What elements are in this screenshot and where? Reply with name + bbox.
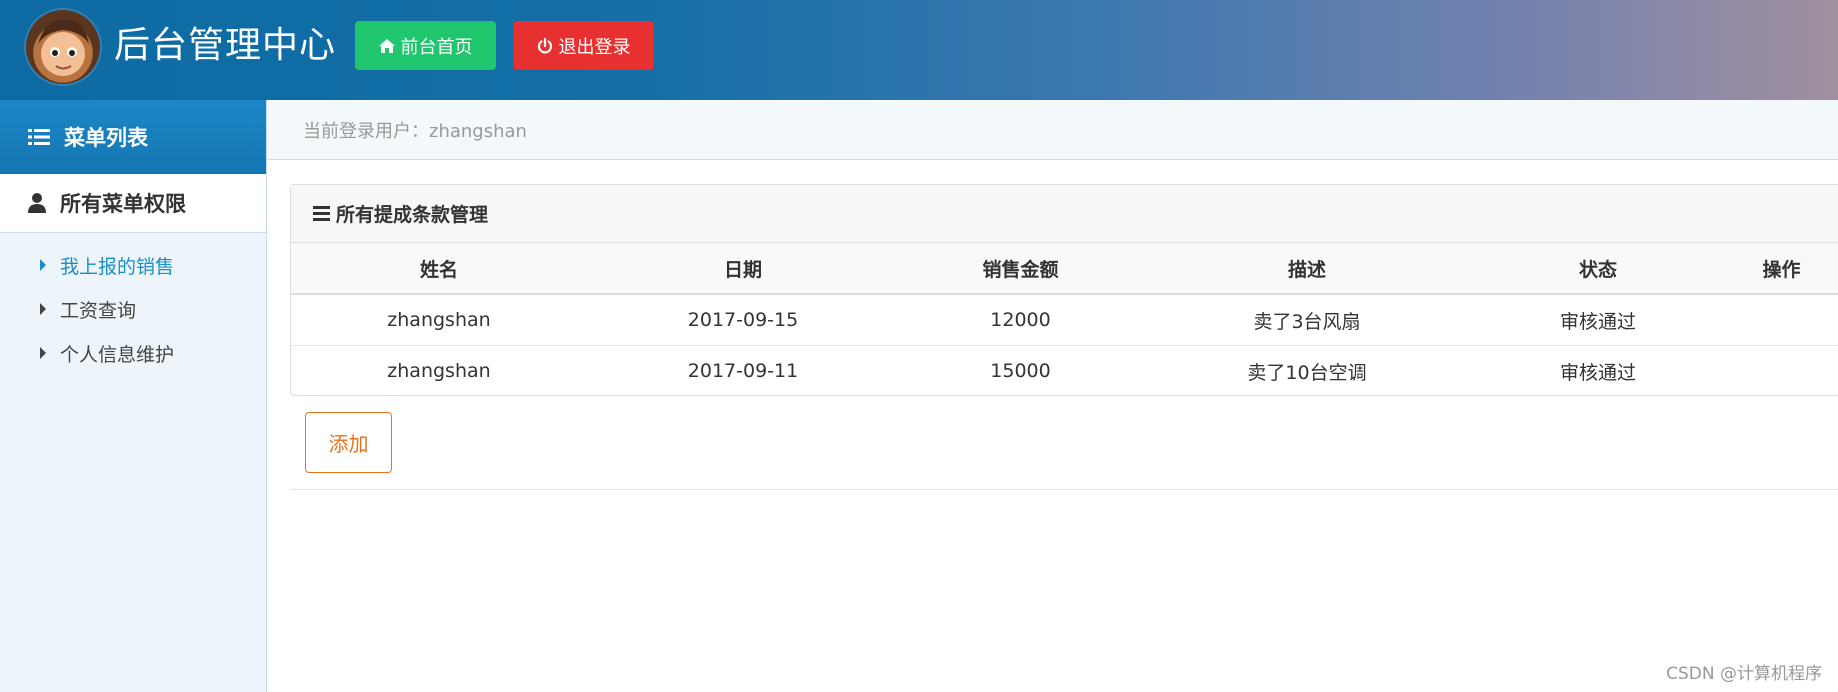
sidebar-item-my-sales[interactable]: 我上报的销售 <box>0 243 266 287</box>
menu-list-title: 菜单列表 <box>64 126 148 150</box>
cell-status: 审核通过 <box>1472 294 1724 346</box>
logout-button[interactable]: 退出登录 <box>513 21 654 70</box>
cell-name: zhangshan <box>387 360 491 382</box>
cell-actions <box>1724 294 1838 346</box>
caret-right-icon <box>40 259 46 271</box>
commission-panel: 所有提成条款管理 姓名 日期 销售金额 描述 状态 操作 zhangshan 2… <box>290 184 1838 396</box>
bars-icon <box>313 206 330 221</box>
column-header-description: 描述 <box>1142 243 1472 295</box>
sidebar: 菜单列表 所有菜单权限 我上报的销售 工资查询 个人信息维护 <box>0 100 267 692</box>
caret-right-icon <box>40 347 46 359</box>
column-header-status: 状态 <box>1472 243 1724 295</box>
cell-date: 2017-09-11 <box>687 360 799 382</box>
column-header-date: 日期 <box>587 243 899 295</box>
cell-description: 卖了3台风扇 <box>1142 294 1472 346</box>
cell-description: 卖了10台空调 <box>1247 361 1367 384</box>
table-row: zhangshan 2017-09-15 12000 卖了3台风扇 审核通过 <box>291 294 1838 346</box>
menu-items: 我上报的销售 工资查询 个人信息维护 <box>0 233 266 375</box>
column-header-amount: 销售金额 <box>899 243 1142 295</box>
current-user-text: 当前登录用户：zhangshan <box>303 120 527 142</box>
cell-name: zhangshan <box>291 294 587 346</box>
table-row: zhangshan 2017-09-11 15000 卖了10台空调 审核通过 <box>291 346 1838 397</box>
add-button[interactable]: 添加 <box>305 412 392 473</box>
divider <box>290 489 1838 490</box>
sidebar-item-profile[interactable]: 个人信息维护 <box>0 331 266 375</box>
sidebar-item-salary-query[interactable]: 工资查询 <box>0 287 266 331</box>
sidebar-item-label: 我上报的销售 <box>60 255 175 278</box>
cell-amount: 15000 <box>990 360 1051 382</box>
power-icon <box>537 37 552 53</box>
sidebar-item-label: 个人信息维护 <box>60 343 175 366</box>
avatar <box>26 10 100 84</box>
cell-actions <box>1724 346 1838 397</box>
cell-amount: 12000 <box>899 294 1142 346</box>
menu-group-label: 所有菜单权限 <box>60 192 186 216</box>
cell-date: 2017-09-15 <box>587 294 899 346</box>
home-icon <box>378 38 395 53</box>
current-user-bar: 当前登录用户：zhangshan <box>267 100 1838 160</box>
top-header: 后台管理中心 前台首页 退出登录 <box>0 0 1838 100</box>
logout-button-label: 退出登录 <box>558 36 631 58</box>
app-title: 后台管理中心 <box>114 25 337 66</box>
menu-group-all-permissions[interactable]: 所有菜单权限 <box>0 174 266 233</box>
commission-table: 姓名 日期 销售金额 描述 状态 操作 zhangshan 2017-09-15… <box>291 243 1838 396</box>
menu-list-header: 菜单列表 <box>0 100 266 174</box>
caret-right-icon <box>40 303 46 315</box>
panel-heading: 所有提成条款管理 <box>291 185 1838 243</box>
column-header-name: 姓名 <box>291 243 587 295</box>
watermark: CSDN @计算机程序 <box>1666 664 1822 684</box>
home-button-label: 前台首页 <box>400 36 473 58</box>
cell-status: 审核通过 <box>1559 361 1636 384</box>
column-header-actions: 操作 <box>1724 243 1838 295</box>
table-header-row: 姓名 日期 销售金额 描述 状态 操作 <box>291 243 1838 295</box>
panel-title: 所有提成条款管理 <box>336 204 489 226</box>
sidebar-item-label: 工资查询 <box>60 299 137 322</box>
home-button[interactable]: 前台首页 <box>355 21 496 70</box>
list-icon <box>28 129 50 145</box>
user-icon <box>28 193 46 213</box>
